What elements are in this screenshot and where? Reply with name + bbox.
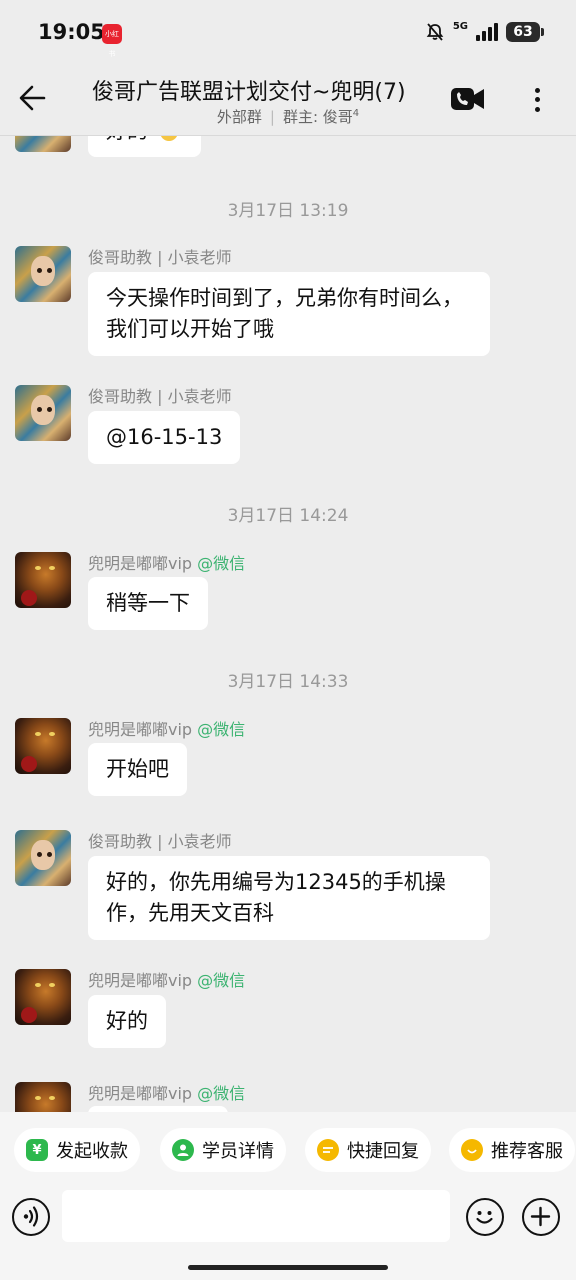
emoji-smile-icon: [476, 1211, 493, 1224]
sender-source: @微信: [197, 720, 246, 739]
sender-name-text: 兜明是嘟嘟vip: [88, 720, 193, 739]
yuan-icon: ¥: [26, 1139, 48, 1161]
message-text-input[interactable]: [62, 1190, 450, 1242]
quick-action-bar: ¥ 发起收款 学员详情 快捷回复 推荐客服: [0, 1112, 576, 1188]
sender-avatar[interactable]: [15, 718, 71, 774]
ok-hand-emoji-icon: [160, 136, 177, 141]
sender-name: 兜明是嘟嘟vip @微信: [88, 967, 245, 991]
sender-avatar[interactable]: [15, 969, 71, 1025]
message-text: 开始吧: [106, 757, 169, 781]
xiaohongshu-notification-icon: 小红书: [102, 24, 122, 58]
chat-header: 俊哥广告联盟计划交付~兜明(7) 外部群 | 群主: 俊哥4: [0, 64, 576, 136]
message-bubble[interactable]: 开始吧: [88, 743, 187, 796]
quick-action-label: 学员详情: [202, 1141, 274, 1162]
network-type: 5G: [452, 20, 468, 32]
recommend-service-button[interactable]: 推荐客服: [449, 1128, 575, 1172]
voice-input-button[interactable]: [12, 1198, 50, 1236]
quick-action-label: 发起收款: [56, 1141, 128, 1162]
message-text: 好的: [106, 1009, 148, 1033]
message-timestamp: 3月17日 14:24: [227, 506, 349, 526]
more-dots-icon: [534, 88, 540, 94]
sender-name: 俊哥助教 | 小袁老师: [88, 387, 232, 406]
chat-title[interactable]: 俊哥广告联盟计划交付~兜明(7): [92, 74, 440, 106]
chat-subtitle: 外部群 | 群主: 俊哥4: [0, 106, 576, 127]
sender-source: @微信: [197, 971, 246, 990]
message-text: 稍等一下: [106, 591, 190, 615]
emoji-button[interactable]: [466, 1198, 504, 1236]
chat-message-list[interactable]: 好的 3月17日 13:19 俊哥助教 | 小袁老师 今天操作时间到了，兄弟你有…: [0, 136, 576, 1112]
sender-avatar[interactable]: [15, 830, 71, 886]
sender-avatar[interactable]: [15, 552, 71, 608]
quick-reply-button[interactable]: 快捷回复: [305, 1128, 431, 1172]
sender-name: 兜明是嘟嘟vip @微信: [88, 1080, 245, 1104]
service-icon: [461, 1139, 483, 1161]
owner-superscript: 4: [352, 108, 360, 119]
message-bubble[interactable]: 稍等一下: [88, 577, 208, 630]
plus-icon: [530, 1206, 551, 1227]
battery-level: 63: [513, 24, 533, 40]
sender-avatar[interactable]: [15, 136, 71, 152]
sender-name: 兜明是嘟嘟vip @微信: [88, 716, 245, 740]
sender-avatar[interactable]: [15, 246, 71, 302]
more-functions-button[interactable]: [522, 1198, 560, 1236]
sender-avatar[interactable]: [15, 385, 71, 441]
student-details-button[interactable]: 学员详情: [160, 1128, 286, 1172]
message-bubble[interactable]: @16-15-13: [88, 411, 241, 464]
group-owner-label: 群主: 俊哥: [282, 108, 353, 126]
video-call-icon: [451, 88, 484, 110]
message-bubble[interactable]: 今天操作时间到了，兄弟你有时间么，我们可以开始了哦: [88, 272, 490, 356]
user-icon: [172, 1139, 194, 1161]
message-text: 好的: [106, 136, 148, 143]
sender-name-text: 兜明是嘟嘟vip: [88, 971, 193, 990]
quick-action-label: 快捷回复: [347, 1141, 419, 1162]
message-bubble[interactable]: 好的: [88, 995, 166, 1048]
quick-action-label: 推荐客服: [491, 1141, 563, 1162]
sender-avatar[interactable]: [15, 1082, 71, 1112]
more-options-button[interactable]: [522, 82, 552, 118]
signal-icon: [476, 23, 498, 41]
sender-name: 兜明是嘟嘟vip @微信: [88, 550, 245, 574]
subtitle-separator: |: [269, 108, 275, 126]
message-timestamp: 3月17日 14:33: [227, 672, 349, 692]
message-timestamp: 3月17日 13:19: [227, 201, 349, 221]
sender-name-text: 兜明是嘟嘟vip: [88, 1084, 193, 1103]
status-time: 19:05: [38, 20, 105, 44]
sender-name: 俊哥助教 | 小袁老师: [88, 832, 232, 851]
message-text: 好的，你先用编号为12345的手机操作，先用天文百科: [106, 870, 446, 925]
message-text: @16-15-13: [106, 425, 223, 449]
group-type-label: 外部群: [216, 108, 262, 126]
message-text: 今天操作时间到了，兄弟你有时间么，我们可以开始了哦: [106, 286, 463, 341]
sender-name: 俊哥助教 | 小袁老师: [88, 248, 232, 267]
battery-icon: 63: [506, 22, 544, 42]
status-bar: 19:05 小红书 5G 63: [0, 0, 576, 64]
sender-source: @微信: [197, 554, 246, 573]
collect-payment-button[interactable]: ¥ 发起收款: [14, 1128, 140, 1172]
call-button[interactable]: [450, 84, 486, 114]
home-indicator[interactable]: [188, 1265, 388, 1270]
mute-bell-icon: [426, 23, 444, 41]
sender-name-text: 兜明是嘟嘟vip: [88, 554, 193, 573]
voice-icon: [23, 1206, 39, 1227]
message-bubble[interactable]: 好的，你先用编号为12345的手机操作，先用天文百科: [88, 856, 490, 940]
sender-source: @微信: [197, 1084, 246, 1103]
message-bubble[interactable]: 好的: [88, 136, 201, 157]
reply-icon: [317, 1139, 339, 1161]
